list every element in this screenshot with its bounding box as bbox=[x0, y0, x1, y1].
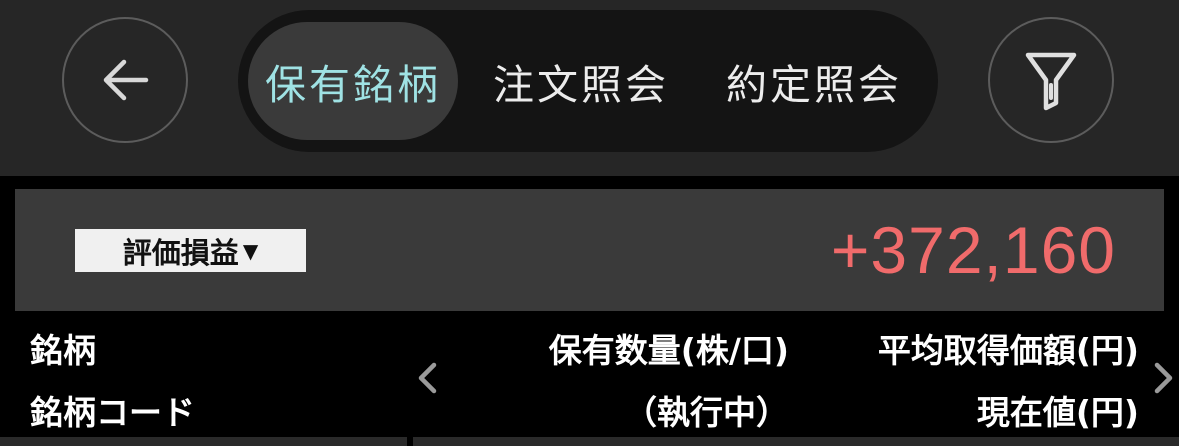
column-header-executing: （執行中） bbox=[624, 393, 789, 432]
column-separator bbox=[407, 437, 413, 446]
caret-down-icon: ▼ bbox=[242, 238, 259, 263]
metric-dropdown-label: 評価損益 bbox=[122, 235, 239, 270]
column-header-quantity: 保有数量(株/口) bbox=[548, 331, 789, 370]
metric-dropdown[interactable]: 評価損益 ▼ bbox=[75, 229, 306, 272]
column-header-current-price: 現在値(円) bbox=[976, 393, 1139, 432]
chevron-right-icon bbox=[1154, 362, 1173, 394]
next-columns-button[interactable] bbox=[1150, 358, 1178, 398]
filter-button[interactable] bbox=[988, 17, 1114, 143]
prev-columns-button[interactable] bbox=[413, 358, 441, 398]
back-button[interactable] bbox=[62, 17, 188, 143]
summary-panel: 評価損益 ▼ +372,160 bbox=[15, 189, 1164, 311]
tab-holdings[interactable]: 保有銘柄 bbox=[248, 22, 458, 140]
segment-tabs: 保有銘柄 注文照会 約定照会 bbox=[238, 10, 938, 152]
top-bar: 保有銘柄 注文照会 約定照会 bbox=[0, 0, 1179, 176]
column-header-code: 銘柄コード bbox=[30, 393, 195, 432]
arrow-left-icon bbox=[103, 59, 149, 101]
tab-order-inquiry[interactable]: 注文照会 bbox=[476, 22, 686, 140]
filter-icon bbox=[1025, 52, 1077, 111]
list-divider bbox=[0, 437, 1179, 446]
metric-value: +372,160 bbox=[830, 213, 1116, 287]
column-header-avg-cost: 平均取得価額(円) bbox=[877, 331, 1139, 370]
column-header-name: 銘柄 bbox=[30, 331, 96, 370]
tab-execution-inquiry[interactable]: 約定照会 bbox=[708, 22, 920, 140]
chevron-left-icon bbox=[418, 362, 437, 394]
